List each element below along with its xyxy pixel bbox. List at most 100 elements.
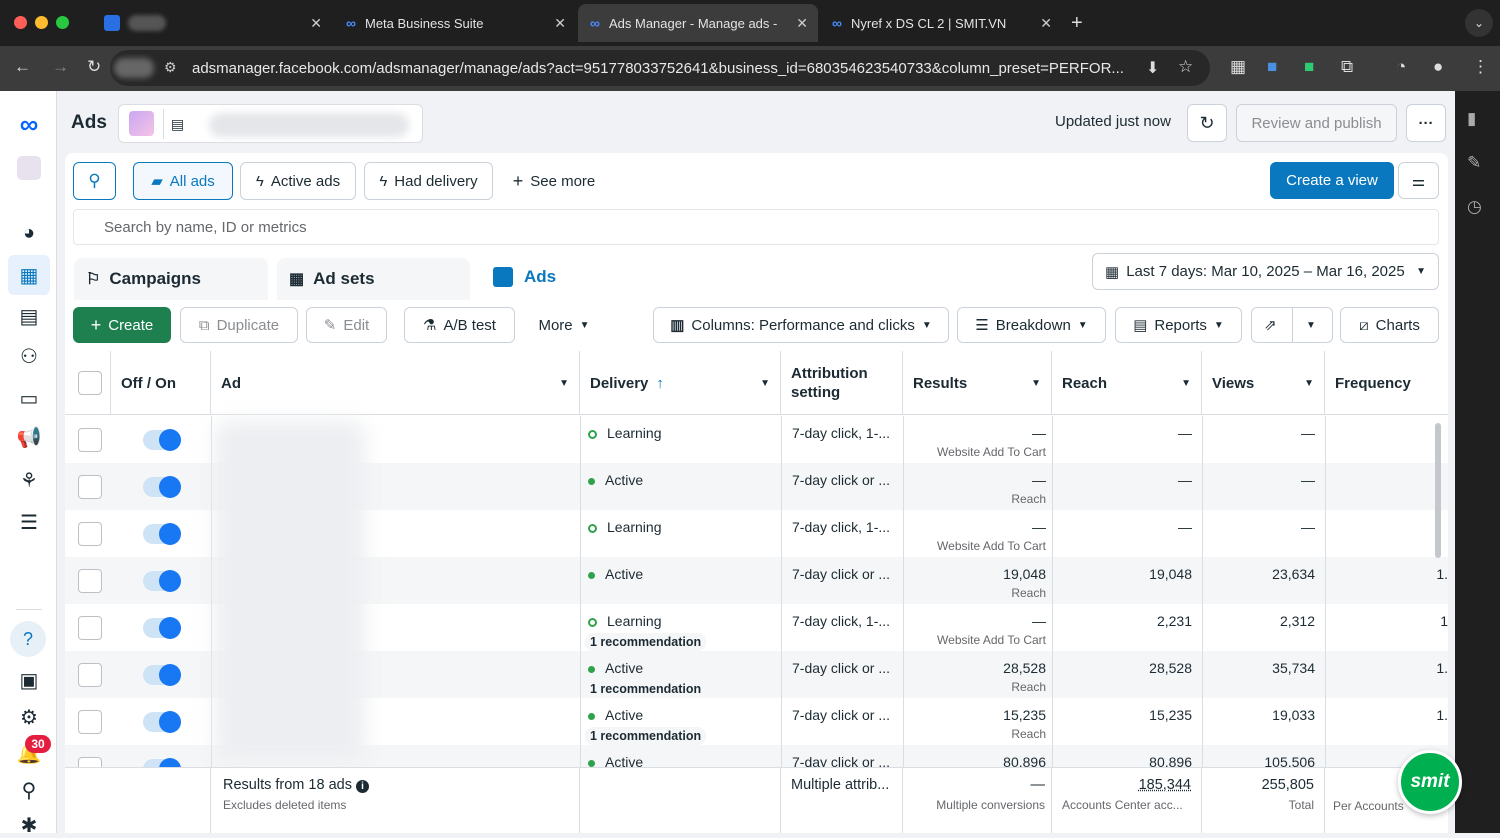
active-ads-filter[interactable]: ϟ Active ads [240,162,356,200]
search-button[interactable]: ⚲ [73,162,116,200]
meta-logo-icon[interactable]: ∞ [16,109,42,140]
close-tab-icon[interactable]: ✕ [554,15,566,32]
settings-gear-icon[interactable]: ⚙ [16,705,42,730]
sort-arrow-icon[interactable]: ▼ [559,378,569,389]
close-tab-icon[interactable]: ✕ [310,15,322,32]
ab-test-button[interactable]: ⚗ A/B test [404,307,515,343]
maximize-window-button[interactable] [56,16,69,29]
recommendation-badge[interactable]: 1 recommendation [585,727,707,745]
dashboard-icon[interactable]: ◕ [16,222,42,245]
new-tab-icon[interactable]: + [1071,12,1083,35]
recommendation-badge[interactable]: 1 recommendation [585,680,707,698]
browser-tab-3[interactable]: ∞ Ads Manager - Manage ads - ✕ [578,4,818,42]
col-views[interactable]: Views ▼ [1202,351,1325,415]
browser-tab-4[interactable]: ∞ Nyref x DS CL 2 | SMIT.VN ✕ [820,8,1062,38]
sheets-extension-icon[interactable]: ■ [1304,57,1314,77]
recommendation-badge[interactable]: 1 recommendation [585,633,707,651]
news-feed-icon[interactable]: ▣ [16,668,42,693]
col-delivery[interactable]: Delivery ↑ ▼ [580,351,781,415]
business-people-icon[interactable]: ⚘ [16,468,42,493]
review-publish-button[interactable]: Review and publish [1236,104,1397,142]
all-ads-filter[interactable]: ▰ All ads [133,162,233,200]
audiences-icon[interactable]: ⚇ [16,344,42,369]
history-clock-icon[interactable]: ◷ [1467,197,1482,217]
search-icon[interactable]: ⚲ [16,778,42,803]
close-tab-icon[interactable]: ✕ [796,15,808,32]
breakdown-dropdown[interactable]: ☰ Breakdown ▼ [957,307,1106,343]
all-tools-menu-icon[interactable]: ☰ [16,510,42,535]
on-off-toggle[interactable] [143,617,181,639]
close-tab-icon[interactable]: ✕ [1040,15,1052,32]
tab-ad-sets[interactable]: ▦ Ad sets [277,258,470,300]
site-settings-icon[interactable]: ⚙ [164,59,177,76]
help-icon[interactable]: ? [10,621,46,657]
search-input[interactable]: Search by name, ID or metrics [73,209,1439,245]
on-off-toggle[interactable] [143,711,181,733]
window-controls[interactable] [14,16,69,29]
vertical-scrollbar[interactable] [1435,423,1441,558]
bookmark-star-icon[interactable]: ☆ [1178,57,1193,77]
back-icon[interactable]: ← [14,57,31,77]
tab-search-icon[interactable]: ⌄ [1465,9,1493,37]
row-checkbox[interactable] [78,475,102,499]
col-attribution[interactable]: Attribution setting [781,351,903,415]
columns-dropdown[interactable]: ▥ Columns: Performance and clicks ▼ [653,307,949,343]
chart-bars-icon[interactable]: ▮ [1467,109,1476,129]
on-off-toggle[interactable] [143,664,181,686]
ads-manager-table-icon[interactable]: ▦ [16,263,42,288]
address-bar[interactable]: ⚙ adsmanager.facebook.com/adsmanager/man… [110,50,1210,86]
account-avatar[interactable] [17,156,41,180]
had-delivery-filter[interactable]: ϟ Had delivery [364,162,493,200]
sort-arrow-icon[interactable]: ▼ [1181,378,1191,389]
col-offon[interactable]: Off / On [111,351,211,415]
duplicate-button[interactable]: ⧉ Duplicate [180,307,298,343]
date-range-picker[interactable]: ▦ Last 7 days: Mar 10, 2025 – Mar 16, 202… [1092,253,1439,290]
view-settings-button[interactable]: ⚌ [1398,162,1439,199]
charts-button[interactable]: ⧄ Charts [1340,307,1439,343]
campaign-megaphone-icon[interactable]: 📢 [16,425,42,450]
account-selector[interactable]: ▤ [118,104,423,143]
col-ad[interactable]: Ad ▼ [211,351,580,415]
col-reach[interactable]: Reach ▼ [1052,351,1202,415]
browser-menu-icon[interactable]: ⋮ [1472,57,1489,77]
install-icon[interactable]: ⬇ [1146,58,1159,78]
footer-reach-value[interactable]: 185,344 [1062,777,1201,793]
row-checkbox[interactable] [78,663,102,687]
forward-icon[interactable]: → [52,57,69,77]
edit-pencil-icon[interactable]: ✎ [1467,153,1481,173]
url-text[interactable]: adsmanager.facebook.com/adsmanager/manag… [192,60,1124,77]
create-button[interactable]: + Create [73,307,171,343]
tab-campaigns[interactable]: ⚐ Campaigns [74,258,268,300]
reports-dropdown[interactable]: ▤ Reports ▼ [1115,307,1242,343]
qr-extension-icon[interactable]: ▦ [1230,57,1246,77]
row-checkbox[interactable] [78,522,102,546]
row-checkbox[interactable] [78,710,102,734]
row-checkbox[interactable] [78,569,102,593]
sort-arrow-icon[interactable]: ▼ [760,378,770,389]
more-actions-button[interactable]: More ▼ [527,307,601,343]
extensions-puzzle-icon[interactable]: ⧉ [1341,57,1353,77]
col-results[interactable]: Results ▼ [903,351,1052,415]
row-checkbox[interactable] [78,428,102,452]
on-off-toggle[interactable] [143,429,181,451]
col-frequency[interactable]: Frequency [1325,351,1448,415]
minimize-window-button[interactable] [35,16,48,29]
select-all-checkbox[interactable] [78,371,102,395]
pages-icon[interactable]: ▤ [16,304,42,329]
billing-card-icon[interactable]: ▭ [16,386,42,411]
export-button[interactable]: ⇗ ▼ [1251,307,1333,343]
translate-extension-icon[interactable]: ■ [1267,57,1277,77]
smit-logo-badge[interactable]: smit [1398,750,1462,814]
reload-icon[interactable]: ↻ [87,57,101,77]
bug-report-icon[interactable]: ✱ [16,813,42,838]
browser-tab-1[interactable]: ✕ [92,8,332,38]
more-options-button[interactable]: ··· [1406,104,1446,142]
close-window-button[interactable] [14,16,27,29]
refresh-button[interactable]: ↻ [1187,104,1227,142]
row-checkbox[interactable] [78,616,102,640]
edit-button[interactable]: ✎ Edit [306,307,387,343]
on-off-toggle[interactable] [143,476,181,498]
tab-ads[interactable]: Ads [479,253,673,300]
see-more-button[interactable]: + See more [504,162,604,200]
on-off-toggle[interactable] [143,570,181,592]
